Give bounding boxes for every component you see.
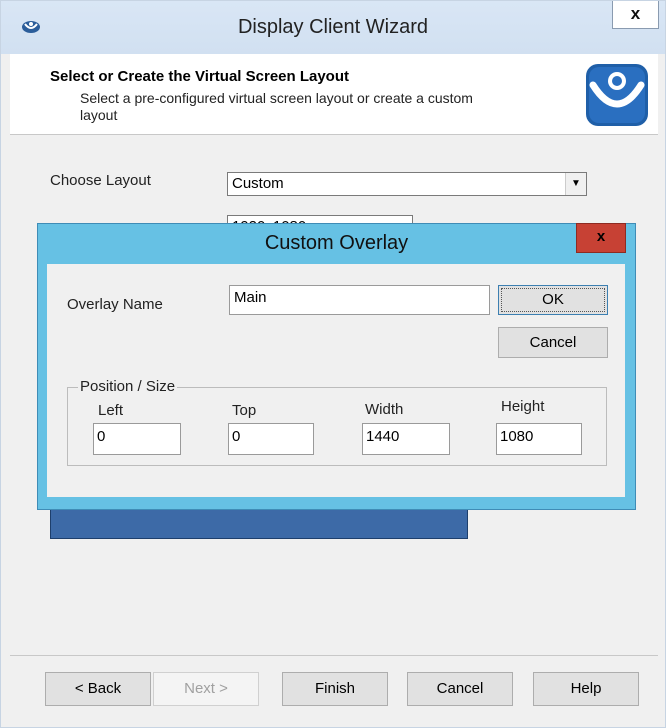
overlay-close-button[interactable]: x <box>576 223 626 253</box>
overlay-name-input[interactable]: Main <box>229 285 490 315</box>
overlay-cancel-button[interactable]: Cancel <box>498 327 608 358</box>
position-size-group-label: Position / Size <box>78 378 178 395</box>
focus-ring <box>501 288 605 312</box>
overlay-dialog-title: Custom Overlay <box>264 232 409 254</box>
chevron-down-icon[interactable]: ▼ <box>565 173 586 195</box>
height-label: Height <box>501 398 545 415</box>
header-title: Select or Create the Virtual Screen Layo… <box>50 68 349 85</box>
height-input[interactable]: 1080 <box>496 423 582 455</box>
top-label: Top <box>232 402 257 419</box>
ok-button[interactable]: OK <box>498 285 608 315</box>
position-size-group: Position / Size Left 0 Top 0 Width 1440 … <box>67 378 607 466</box>
wizard-close-button[interactable]: x <box>612 1 659 29</box>
layout-select-value: Custom <box>232 175 284 192</box>
header-subtitle-cont: layout <box>80 107 118 123</box>
next-button[interactable]: Next > <box>153 672 259 706</box>
left-input[interactable]: 0 <box>93 423 181 455</box>
wizard-header-panel: Select or Create the Virtual Screen Layo… <box>10 54 658 135</box>
back-button[interactable]: < Back <box>45 672 151 706</box>
width-label: Width <box>365 401 404 418</box>
help-button[interactable]: Help <box>533 672 639 706</box>
custom-overlay-dialog: Custom Overlay x Overlay Name Main OK Ca… <box>37 223 636 510</box>
wizard-title: Display Client Wizard <box>237 16 429 38</box>
cancel-button[interactable]: Cancel <box>407 672 513 706</box>
layout-select[interactable]: Custom ▼ <box>227 172 587 196</box>
finish-button[interactable]: Finish <box>282 672 388 706</box>
overlay-name-label: Overlay Name <box>67 296 163 313</box>
wizard-titlebar: Display Client Wizard x <box>1 1 665 54</box>
width-input[interactable]: 1440 <box>362 423 450 455</box>
left-label: Left <box>98 402 124 419</box>
header-subtitle: Select a pre-configured virtual screen l… <box>80 90 473 106</box>
choose-layout-label: Choose Layout <box>50 172 151 189</box>
thinmanage-logo-icon <box>586 64 648 126</box>
wizard-footer: < Back Next > Finish Cancel Help <box>10 655 658 720</box>
top-input[interactable]: 0 <box>228 423 314 455</box>
overlay-dialog-content: Overlay Name Main OK Cancel Position / S… <box>47 264 625 497</box>
